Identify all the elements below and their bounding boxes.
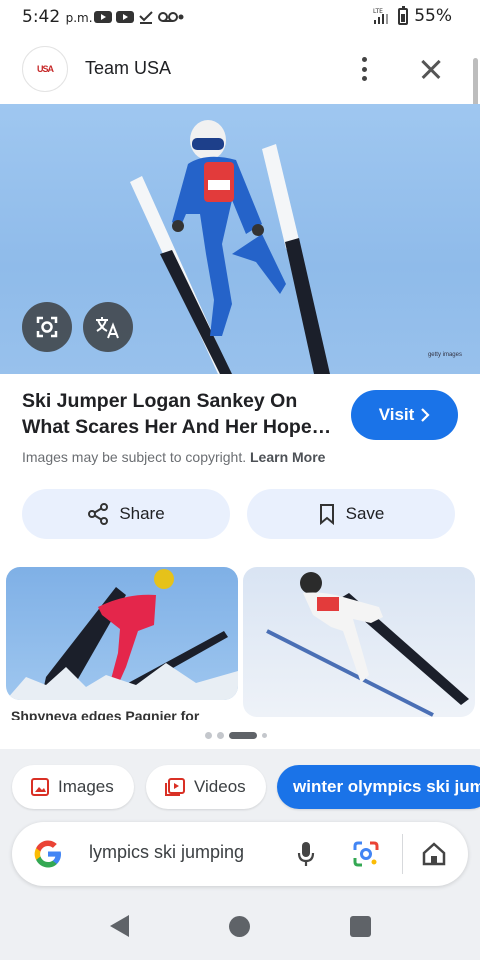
videos-icon bbox=[165, 778, 185, 796]
learn-more-link[interactable]: Learn More bbox=[250, 449, 325, 465]
related-image-2[interactable] bbox=[243, 567, 475, 717]
voicemail-icon bbox=[158, 12, 184, 22]
status-bar: 5:42 p.m. LTE 55% bbox=[0, 0, 480, 34]
search-bar[interactable]: lympics ski jumping bbox=[12, 822, 468, 886]
pagination-dot bbox=[262, 733, 267, 738]
status-time-suffix: p.m. bbox=[65, 11, 93, 25]
system-nav-bar bbox=[0, 893, 480, 960]
bookmark-icon bbox=[319, 504, 334, 525]
home-icon[interactable] bbox=[420, 840, 448, 868]
panel-header: USA Team USA bbox=[0, 34, 480, 104]
mic-icon[interactable] bbox=[296, 840, 316, 868]
home-circle-icon[interactable] bbox=[229, 916, 250, 937]
google-logo-icon bbox=[34, 840, 61, 868]
videos-chip[interactable]: Videos bbox=[146, 765, 266, 809]
image-watermark: getty images bbox=[427, 352, 462, 358]
images-chip[interactable]: Images bbox=[12, 765, 134, 809]
share-icon bbox=[88, 503, 109, 525]
videos-chip-label: Videos bbox=[194, 777, 246, 796]
search-input[interactable]: lympics ski jumping bbox=[89, 842, 244, 863]
check-notification-icon bbox=[139, 11, 153, 24]
visit-button[interactable]: Visit bbox=[351, 390, 458, 440]
share-button[interactable]: Share bbox=[22, 489, 230, 539]
related-image-1-art bbox=[6, 569, 238, 700]
copyright-notice: Images may be subject to copyright. Lear… bbox=[22, 449, 325, 465]
pagination-dot bbox=[217, 732, 224, 739]
battery-icon bbox=[398, 5, 409, 25]
favicon-logo-text: USA bbox=[36, 64, 54, 74]
translate-icon bbox=[96, 317, 119, 339]
related-image-1[interactable] bbox=[6, 567, 238, 700]
site-name[interactable]: Team USA bbox=[85, 58, 171, 79]
pagination-dots bbox=[205, 732, 267, 739]
kebab-menu-icon[interactable] bbox=[352, 54, 376, 84]
ski-jumper-illustration bbox=[130, 120, 330, 374]
close-icon[interactable] bbox=[416, 54, 446, 84]
result-title[interactable]: Ski Jumper Logan Sankey On What Scares H… bbox=[22, 388, 332, 440]
share-label: Share bbox=[119, 504, 165, 523]
query-chip[interactable]: winter olympics ski jum bbox=[277, 765, 480, 809]
site-favicon: USA bbox=[22, 46, 68, 92]
save-label: Save bbox=[345, 504, 385, 523]
signal-icon: LTE bbox=[373, 8, 389, 24]
svg-text:LTE: LTE bbox=[373, 8, 383, 15]
related-image-1-caption[interactable]: Shpyneva edges Pagnier for bbox=[11, 706, 236, 720]
query-chip-label: winter olympics ski jum bbox=[293, 777, 480, 796]
notification-icons bbox=[94, 10, 184, 24]
youtube-notification-icon bbox=[94, 11, 112, 23]
save-button[interactable]: Save bbox=[247, 489, 455, 539]
youtube-notification-icon-2 bbox=[116, 11, 134, 23]
status-time: 5:42 p.m. bbox=[22, 7, 93, 27]
pagination-dot-active bbox=[229, 732, 257, 739]
status-right: LTE 55% bbox=[372, 5, 452, 26]
translate-button[interactable] bbox=[83, 302, 133, 352]
related-image-2-art bbox=[266, 572, 469, 717]
image-search-button[interactable] bbox=[22, 302, 72, 352]
camera-lens-icon bbox=[36, 316, 58, 338]
status-time-value: 5:42 bbox=[22, 7, 61, 27]
battery-percent: 55% bbox=[414, 6, 452, 26]
recents-icon[interactable] bbox=[350, 916, 371, 937]
copyright-text: Images may be subject to copyright. bbox=[22, 449, 247, 465]
lens-icon[interactable] bbox=[352, 840, 380, 868]
hero-image[interactable]: getty images bbox=[0, 104, 480, 374]
visit-button-label: Visit bbox=[378, 405, 415, 424]
chevron-right-icon bbox=[421, 408, 430, 422]
images-icon bbox=[31, 778, 49, 796]
back-icon[interactable] bbox=[110, 915, 129, 937]
pagination-dot bbox=[205, 732, 212, 739]
search-bar-divider bbox=[402, 834, 403, 874]
images-chip-label: Images bbox=[58, 777, 114, 796]
